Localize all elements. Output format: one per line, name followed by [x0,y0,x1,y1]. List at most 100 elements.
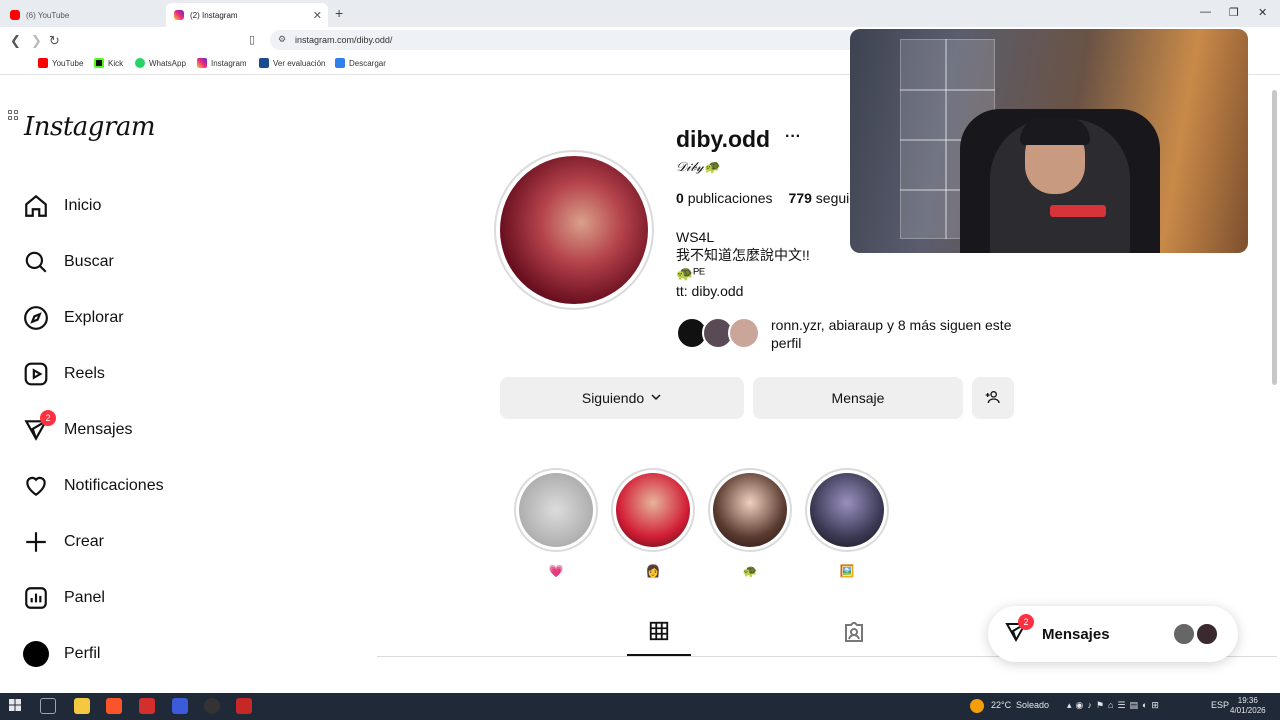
posts-stat: 0 publicaciones [676,190,773,206]
messages-floating-button[interactable]: 2 Mensajes [988,606,1238,662]
notification-badge: 2 [40,410,56,426]
sidebar-item-reels[interactable]: Reels [22,358,105,390]
more-options-icon[interactable]: ··· [785,128,801,146]
highlight-label: 🐢 [742,564,758,578]
weather-sun-icon[interactable] [970,699,984,713]
whatsapp-icon [135,58,145,68]
instagram-icon [174,10,184,20]
tab-instagram[interactable]: (2) Instagram ✕ [166,3,328,27]
windows-start-icon[interactable] [9,698,25,714]
sidebar-item-label: Buscar [64,253,114,270]
bookmark-whatsapp[interactable]: WhatsApp [135,58,186,68]
bookmark-evaluacion[interactable]: Ver evaluación [259,58,325,68]
bookmark-instagram[interactable]: Instagram [197,58,247,68]
posts-count: 0 [676,190,684,206]
instagram-logo[interactable]: Instagram [24,112,156,142]
suggest-user-button[interactable] [972,377,1014,419]
bookmark-kick[interactable]: Kick [94,58,123,68]
close-tab-icon[interactable]: ✕ [313,9,322,22]
followed-by-text: ronn.yzr, abiaraup y 8 más siguen este p… [771,316,1021,352]
sidebar-item-label: Inicio [64,197,102,214]
restore-button[interactable]: ❐ [1229,6,1239,19]
message-label: Mensaje [831,390,885,406]
close-window-button[interactable]: ✕ [1258,6,1267,19]
bookmark-icon[interactable]: ▯ [249,33,255,46]
forward-icon[interactable]: ❯ [31,33,42,49]
following-button[interactable]: Siguiendo [500,377,744,419]
sidebar-item-buscar[interactable]: Buscar [22,246,114,278]
bookmark-descargar[interactable]: Descargar [335,58,386,68]
grid-icon [648,620,670,654]
url-text: instagram.com/diby.odd/ [295,35,393,45]
instagram-icon [197,58,207,68]
add-user-icon [985,389,1001,408]
youtube-icon [38,58,48,68]
avatar [728,317,760,349]
sidebar-item-panel[interactable]: Panel [22,582,105,614]
message-button[interactable]: Mensaje [753,377,963,419]
sidebar-item-mensajes[interactable]: 2 Mensajes [22,410,132,446]
reload-icon[interactable]: ↻ [49,33,60,49]
site-info-icon[interactable]: ⚙ [278,34,286,45]
highlight-ring [708,468,792,552]
task-view-icon[interactable] [40,698,56,714]
sidebar-item-label: Perfil [64,645,101,662]
highlight-label: 💗 [548,564,564,578]
panel-icon [22,584,50,612]
plus-icon [22,528,50,556]
tab-youtube[interactable]: (6) YouTube [2,3,165,27]
bookmark-label: Kick [108,58,124,68]
streamer-webcam-overlay [850,29,1248,253]
download-icon [335,58,345,68]
evaluation-icon [259,58,269,68]
clock-time: 19:36 [1237,696,1258,705]
tab-posts[interactable] [627,620,691,656]
bio-line: WS4L [676,229,715,245]
highlight-label: 🖼️ [839,564,855,578]
followed-by[interactable]: ronn.yzr, abiaraup y 8 más siguen este p… [676,316,1021,352]
sidebar-item-notificaciones[interactable]: Notificaciones [22,470,164,502]
file-explorer-icon[interactable] [74,698,90,714]
app-icon[interactable] [139,698,155,714]
obs-icon[interactable] [204,698,220,714]
clock[interactable]: 19:36 4/01/2026 [1230,696,1266,716]
url-field[interactable]: ⚙ instagram.com/diby.odd/ [270,30,860,50]
highlight-item[interactable]: 🐢 [708,468,792,578]
apps-icon[interactable] [8,110,19,121]
bookmark-label: Descargar [349,58,386,68]
tab-tagged[interactable] [842,620,866,649]
system-tray-icons[interactable]: ▴◉♪⚑⌂☰▤◐⊞ [1067,700,1163,711]
highlight-image [519,473,593,547]
profile-fullname: 𝒟𝒾𝒷𝓎🐢 [676,160,720,175]
avatar [1172,622,1196,646]
followed-by-users[interactable]: ronn.yzr, abiaraup [771,317,883,333]
tab-label: (2) Instagram [190,10,238,20]
minimize-button[interactable]: — [1200,6,1211,18]
sidebar-item-label: Panel [64,589,105,606]
roblox-icon[interactable] [172,698,188,714]
notification-badge: 2 [1018,613,1034,630]
new-tab-button[interactable]: + [335,5,343,21]
sidebar-item-label: Crear [64,533,105,550]
back-icon[interactable]: ❮ [10,33,21,49]
profile-avatar[interactable] [494,150,654,310]
sidebar-item-explorar[interactable]: Explorar [22,302,124,334]
highlight-item[interactable]: 💗 [514,468,598,578]
highlight-item[interactable]: 👩 [611,468,695,578]
following-label: Siguiendo [581,390,645,406]
followed-by-avatars [676,317,766,351]
avatar [1195,622,1219,646]
kick-app-icon[interactable] [236,698,252,714]
sidebar-item-crear[interactable]: Crear [22,526,104,558]
profile-photo [500,156,648,304]
highlight-item[interactable]: 🖼️ [805,468,889,578]
reels-icon [22,360,50,388]
highlight-ring [805,468,889,552]
sidebar-item-inicio[interactable]: Inicio [22,190,101,222]
language-indicator[interactable]: ESP [1211,700,1229,710]
heart-icon [22,472,50,500]
brave-icon[interactable] [106,698,122,714]
page-scrollbar[interactable] [1272,90,1277,385]
bookmark-youtube[interactable]: YouTube [38,58,83,68]
sidebar-item-perfil[interactable]: Perfil [22,638,100,670]
